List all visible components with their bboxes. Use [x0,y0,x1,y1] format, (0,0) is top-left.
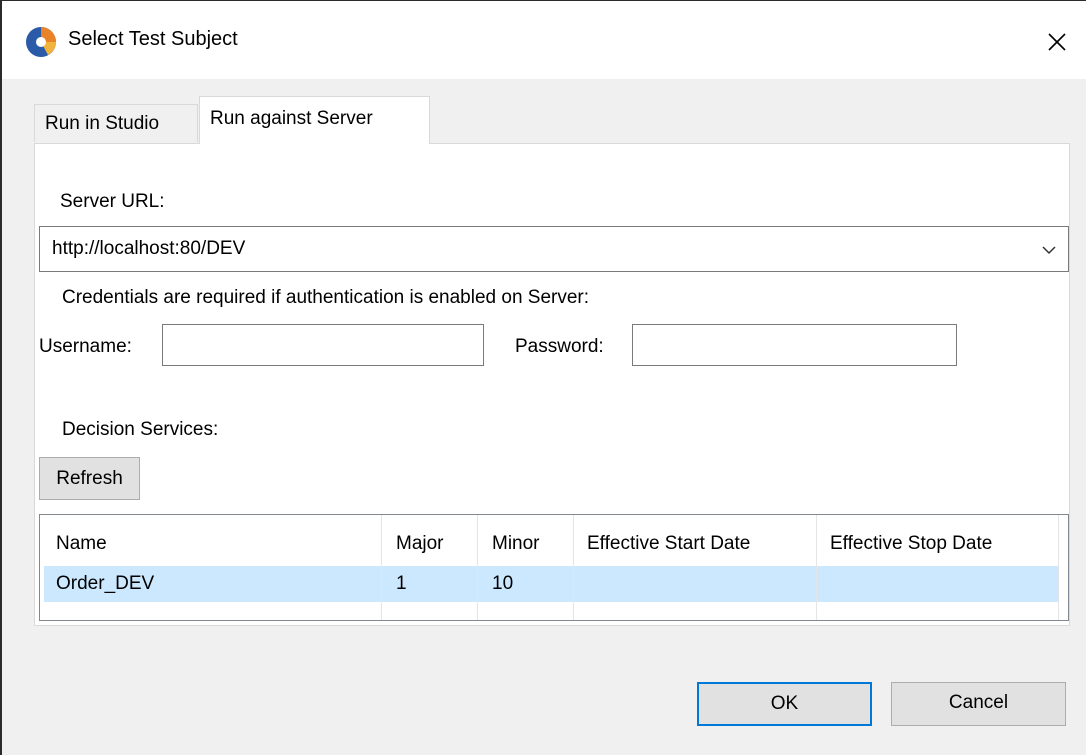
server-url-label: Server URL: [60,191,165,212]
close-button[interactable] [1034,19,1080,65]
decision-services-table[interactable]: Name Major Minor Effective Start Date Ef… [39,514,1069,621]
tab-run-in-studio[interactable]: Run in Studio [34,104,198,142]
app-logo-icon [26,27,56,57]
column-divider[interactable] [573,515,574,620]
ok-button[interactable]: OK [697,682,872,726]
column-divider[interactable] [816,515,817,620]
password-label: Password: [515,336,604,357]
chevron-down-icon [1042,246,1056,255]
window-title: Select Test Subject [68,28,238,50]
column-header-major[interactable]: Major [396,533,444,555]
username-label: Username: [39,336,132,357]
column-divider[interactable] [1058,515,1059,620]
table-row-selected[interactable] [44,566,1058,602]
cancel-button[interactable]: Cancel [891,682,1066,726]
credentials-note: Credentials are required if authenticati… [62,287,590,308]
cell-name: Order_DEV [56,573,155,594]
close-icon [1048,33,1066,51]
column-header-stop-date[interactable]: Effective Stop Date [830,533,992,555]
title-bar: Select Test Subject [2,1,1086,79]
column-divider[interactable] [381,515,382,620]
column-header-minor[interactable]: Minor [492,533,540,555]
server-url-combobox[interactable]: http://localhost:80/DEV [39,226,1069,272]
username-field[interactable] [162,324,484,366]
password-field[interactable] [632,324,957,366]
decision-services-label: Decision Services: [62,419,219,440]
column-header-name[interactable]: Name [56,533,107,555]
tab-run-against-server[interactable]: Run against Server [199,96,430,144]
refresh-button[interactable]: Refresh [39,457,140,500]
column-divider[interactable] [477,515,478,620]
cell-minor: 10 [492,573,514,594]
column-header-start-date[interactable]: Effective Start Date [587,533,750,555]
cell-major: 1 [396,573,407,594]
server-url-value: http://localhost:80/DEV [52,238,246,259]
